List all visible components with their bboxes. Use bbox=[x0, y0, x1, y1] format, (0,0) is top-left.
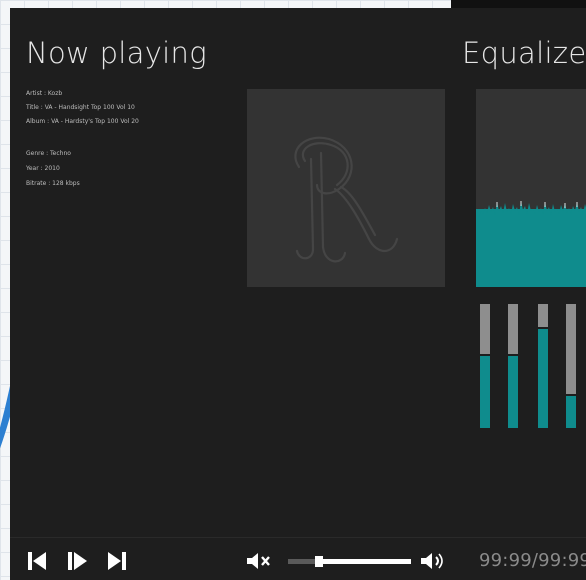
eq-band-track bbox=[538, 304, 548, 327]
volume-level bbox=[319, 559, 411, 564]
eq-band-level bbox=[508, 356, 518, 428]
eq-band-level bbox=[538, 329, 548, 428]
eq-band-2[interactable] bbox=[508, 304, 518, 428]
eq-band-1[interactable] bbox=[480, 304, 490, 428]
title-label: Title : VA - Handsight Top 100 Vol 10 bbox=[26, 104, 135, 111]
bitrate-label: Bitrate : 128 kbps bbox=[26, 180, 80, 187]
genre-label: Genre : Techno bbox=[26, 150, 71, 157]
year-label: Year : 2010 bbox=[26, 165, 60, 172]
album-label: Album : VA - Hardsty's Top 100 Vol 20 bbox=[26, 118, 139, 125]
eq-band-track bbox=[566, 304, 576, 394]
volume-handle[interactable] bbox=[315, 556, 323, 567]
eq-band-4[interactable] bbox=[566, 304, 576, 428]
volume-slider[interactable] bbox=[288, 556, 411, 567]
skip-back-icon[interactable] bbox=[26, 550, 48, 572]
album-placeholder-logo-icon bbox=[294, 136, 399, 263]
spectrum-panel bbox=[476, 89, 586, 287]
artist-label: Artist : Kozb bbox=[26, 90, 63, 97]
eq-band-track bbox=[480, 304, 490, 354]
skip-forward-icon[interactable] bbox=[106, 550, 128, 572]
eq-band-track bbox=[508, 304, 518, 354]
equalizer-title: Equalizer bbox=[462, 36, 586, 70]
album-art bbox=[247, 89, 445, 287]
time-display: 99:99/99:99 bbox=[479, 550, 586, 571]
eq-band-level bbox=[480, 356, 490, 428]
playback-control-bar: 99:99/99:99 bbox=[10, 537, 586, 580]
eq-band-level bbox=[566, 396, 576, 428]
music-player-window: Now playing Equalizer Artist : Kozb Titl… bbox=[10, 8, 586, 580]
mute-icon[interactable] bbox=[246, 551, 272, 573]
volume-icon[interactable] bbox=[420, 551, 446, 573]
now-playing-title: Now playing bbox=[26, 36, 207, 70]
spectrum-visualizer bbox=[476, 201, 586, 287]
play-pause-icon[interactable] bbox=[66, 550, 88, 572]
eq-band-3[interactable] bbox=[538, 304, 548, 428]
